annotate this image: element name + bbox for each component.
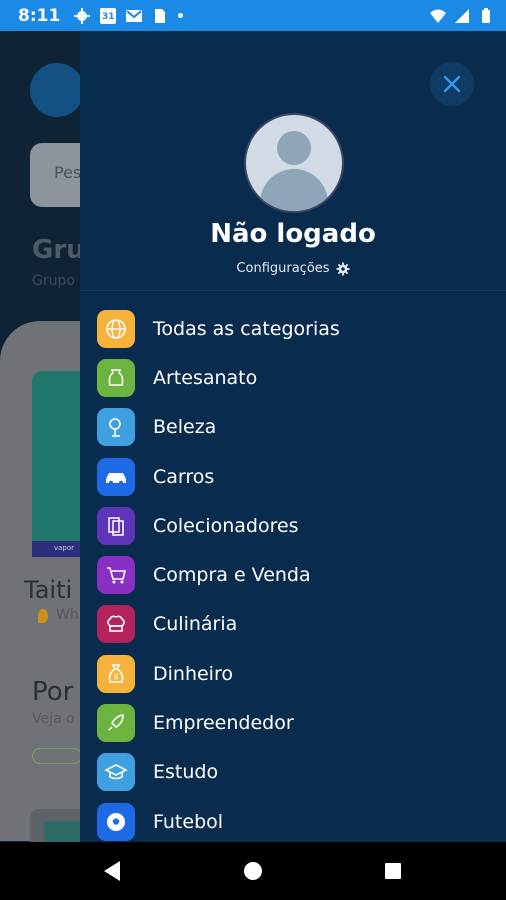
background-badge <box>32 748 82 764</box>
cell-signal-icon <box>455 8 469 23</box>
pottery-icon <box>97 358 135 397</box>
nav-back-button[interactable] <box>82 842 142 900</box>
category-item-colecionadores[interactable]: Colecionadores <box>97 501 497 550</box>
category-item-carros[interactable]: Carros <box>97 452 497 501</box>
category-label: Todas as categorias <box>153 317 340 340</box>
category-label: Dinheiro <box>153 662 233 685</box>
user-name: Não logado <box>210 219 376 249</box>
category-label: Compra e Venda <box>153 564 311 587</box>
background-section2-title: Por <box>32 677 74 707</box>
rocket-icon <box>97 704 135 743</box>
drawer-divider <box>80 290 506 291</box>
category-label: Empreendedor <box>153 712 294 735</box>
category-item-empreendedor[interactable]: Empreendedor <box>97 698 497 747</box>
category-label: Artesanato <box>153 366 258 389</box>
money-bag-icon: $ <box>97 654 135 693</box>
settings-label: Configurações <box>236 261 330 276</box>
app-logo-icon <box>30 63 84 117</box>
category-label: Culinária <box>153 613 238 636</box>
recents-square-icon <box>385 863 401 879</box>
category-item-dinheiro[interactable]: $ Dinheiro <box>97 649 497 698</box>
background-section-title: Gru <box>32 235 85 265</box>
sim-card-icon <box>155 8 166 23</box>
car-icon <box>97 457 135 496</box>
category-item-culinaria[interactable]: Culinária <box>97 600 497 649</box>
battery-icon <box>482 7 490 23</box>
navigation-drawer: Não logado Configurações Todas as catego… <box>80 31 506 842</box>
category-list: Todas as categorias Artesanato Beleza Ca… <box>97 304 497 842</box>
background-section2-subtitle: Veja o <box>32 711 75 727</box>
home-circle-icon <box>244 862 262 880</box>
shopping-cart-icon <box>97 556 135 595</box>
category-item-futebol[interactable]: Futebol <box>97 797 497 842</box>
nav-recents-button[interactable] <box>363 842 423 900</box>
graduation-cap-icon <box>97 753 135 792</box>
category-label: Carros <box>153 465 215 488</box>
category-item-todas[interactable]: Todas as categorias <box>97 304 497 353</box>
background-card-title: Taiti <box>24 576 73 604</box>
user-avatar[interactable] <box>244 113 344 213</box>
svg-text:$: $ <box>113 672 118 681</box>
category-item-artesanato[interactable]: Artesanato <box>97 353 497 402</box>
search-placeholder: Pes <box>54 163 82 182</box>
back-triangle-icon <box>104 861 120 881</box>
status-bar: 8:11 31 <box>0 0 506 31</box>
beauty-face-icon <box>97 408 135 447</box>
category-label: Colecionadores <box>153 514 299 537</box>
category-item-compra-venda[interactable]: Compra e Venda <box>97 550 497 599</box>
category-label: Estudo <box>153 761 219 784</box>
close-drawer-button[interactable] <box>430 62 474 106</box>
category-label: Futebol <box>153 810 224 833</box>
gmail-icon <box>126 9 143 22</box>
category-item-estudo[interactable]: Estudo <box>97 748 497 797</box>
android-nav-bar <box>0 842 506 900</box>
category-label: Beleza <box>153 416 217 439</box>
chef-hat-icon <box>97 605 135 644</box>
nav-home-button[interactable] <box>223 842 283 900</box>
background-section-subtitle: Grupo <box>32 273 75 289</box>
close-icon <box>443 75 461 93</box>
category-item-beleza[interactable]: Beleza <box>97 403 497 452</box>
globe-icon <box>97 309 135 348</box>
soccer-ball-icon <box>97 802 135 841</box>
collector-cards-icon <box>97 506 135 545</box>
wifi-icon <box>430 9 446 23</box>
notification-dot-icon <box>178 13 184 18</box>
status-time: 8:11 <box>18 5 61 26</box>
gear-icon <box>336 261 350 276</box>
settings-link[interactable]: Configurações <box>80 261 506 276</box>
settings-gear-icon <box>74 7 91 24</box>
location-pin-icon <box>38 609 48 623</box>
calendar-icon: 31 <box>100 7 117 24</box>
background-card-location: Wh <box>56 607 79 623</box>
